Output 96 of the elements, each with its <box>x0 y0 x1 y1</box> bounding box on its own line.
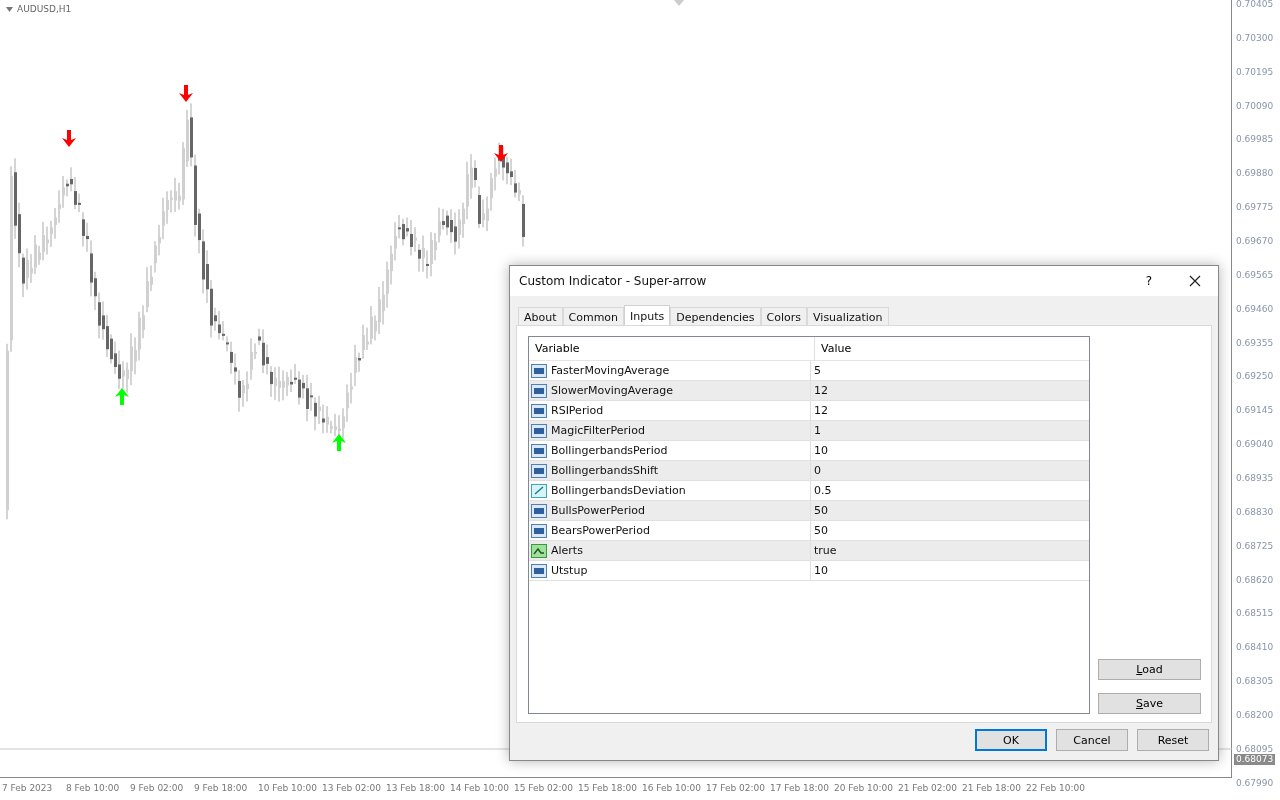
price-label: 0.68095 <box>1236 743 1275 755</box>
time-label: 15 Feb 02:00 <box>514 782 575 795</box>
tab[interactable]: Inputs <box>624 305 671 326</box>
column-header: Variable <box>529 337 815 360</box>
price-label: 0.68830 <box>1236 506 1275 518</box>
variable-name: BollingerbandsPeriod <box>551 444 668 457</box>
value-cell[interactable]: 0.5 <box>811 481 1089 500</box>
value-cell[interactable]: 12 <box>811 401 1089 420</box>
sell-arrow-icon <box>494 145 508 162</box>
scroll-marker-icon <box>674 0 684 6</box>
value-cell[interactable]: 1 <box>811 421 1089 440</box>
price-label: 0.70405 <box>1236 0 1275 10</box>
time-label: 16 Feb 10:00 <box>642 782 703 795</box>
integer-type-icon <box>531 402 547 419</box>
price-label: 0.68620 <box>1236 574 1275 586</box>
dialog-button[interactable]: OK <box>975 729 1047 751</box>
price-label: 0.69250 <box>1236 371 1275 383</box>
variable-name: RSIPeriod <box>551 404 604 417</box>
value-cell[interactable]: 5 <box>811 361 1089 380</box>
price-label: 0.68515 <box>1236 608 1275 620</box>
time-label: 13 Feb 18:00 <box>386 782 447 795</box>
price-label: 0.69880 <box>1236 168 1275 180</box>
integer-type-icon <box>531 362 547 379</box>
help-button[interactable]: ? <box>1126 266 1172 296</box>
variable-name: Alerts <box>551 544 583 557</box>
time-label: 9 Feb 18:00 <box>194 782 249 795</box>
time-label: 9 Feb 02:00 <box>130 782 185 795</box>
value-cell[interactable]: 10 <box>811 441 1089 460</box>
price-label: 0.69355 <box>1236 337 1275 349</box>
variable-name: BollingerbandsShift <box>551 464 659 477</box>
variable-name: Utstup <box>551 564 588 577</box>
price-label: 0.69670 <box>1236 236 1275 247</box>
time-label: 15 Feb 18:00 <box>578 782 639 795</box>
integer-type-icon <box>531 502 547 519</box>
value-cell[interactable]: true <box>811 541 1089 560</box>
price-label: 0.68200 <box>1236 710 1275 722</box>
integer-type-icon <box>531 522 547 539</box>
tab[interactable]: Dependencies <box>670 307 761 326</box>
price-label: 0.70090 <box>1236 100 1275 112</box>
value-cell[interactable]: 0 <box>811 461 1089 480</box>
dialog-button[interactable]: Reset <box>1137 729 1209 751</box>
close-icon <box>1189 275 1201 287</box>
dialog-button[interactable]: Cancel <box>1056 729 1128 751</box>
time-label: 7 Feb 2023 <box>2 782 54 795</box>
price-label: 0.70195 <box>1236 66 1275 78</box>
variable-name: BollingerbandsDeviation <box>551 484 686 497</box>
time-label: 21 Feb 02:00 <box>898 782 959 795</box>
time-label: 22 Feb 10:00 <box>1026 782 1087 795</box>
price-label: 0.69040 <box>1236 439 1275 451</box>
buy-arrow-icon <box>332 434 346 451</box>
integer-type-icon <box>531 442 547 459</box>
time-label: 8 Feb 10:00 <box>66 782 121 795</box>
value-cell[interactable]: 50 <box>811 521 1089 540</box>
sell-arrow-icon <box>179 85 193 102</box>
price-label: 0.69145 <box>1236 405 1275 417</box>
side-button[interactable]: Save <box>1098 693 1201 714</box>
time-label: 14 Feb 10:00 <box>450 782 511 795</box>
variable-name: BearsPowerPeriod <box>551 524 650 537</box>
column-header: Value <box>820 341 853 357</box>
value-cell[interactable]: 10 <box>811 561 1089 580</box>
time-label: 13 Feb 02:00 <box>322 782 383 795</box>
price-label: 0.69985 <box>1236 134 1275 146</box>
time-label: 20 Feb 10:00 <box>834 782 895 795</box>
integer-type-icon <box>531 462 547 479</box>
time-label: 21 Feb 18:00 <box>962 782 1023 795</box>
price-label: 0.68935 <box>1236 473 1275 485</box>
integer-type-icon <box>531 562 547 579</box>
dropdown-icon[interactable] <box>6 6 13 12</box>
value-cell[interactable]: 50 <box>811 501 1089 520</box>
time-label: 17 Feb 02:00 <box>706 782 767 795</box>
dialog-title: Custom Indicator - Super-arrow <box>519 274 708 288</box>
price-label: 0.69775 <box>1236 202 1275 214</box>
price-label: 0.68410 <box>1236 642 1275 654</box>
integer-type-icon <box>531 382 547 399</box>
price-label: 0.69460 <box>1236 303 1275 315</box>
price-label: 0.68725 <box>1236 540 1275 552</box>
price-label: 0.67990 <box>1236 777 1275 789</box>
variable-name: MagicFilterPeriod <box>551 424 645 437</box>
integer-type-icon <box>531 422 547 439</box>
fraction-type-icon <box>531 482 547 499</box>
variable-name: SlowerMovingAverage <box>551 384 673 397</box>
side-button[interactable]: Load <box>1098 659 1201 680</box>
sell-arrow-icon <box>62 130 76 147</box>
price-label: 0.69565 <box>1236 269 1275 281</box>
tab[interactable]: About <box>518 307 563 326</box>
variable-name: FasterMovingAverage <box>551 364 670 377</box>
toggle-type-icon <box>531 542 547 559</box>
time-label: 17 Feb 18:00 <box>770 782 831 795</box>
buy-arrow-icon <box>115 388 129 405</box>
price-label: 0.68305 <box>1236 676 1275 688</box>
price-label: 0.70300 <box>1236 32 1275 44</box>
value-cell[interactable]: 12 <box>811 381 1089 400</box>
variable-name: BullsPowerPeriod <box>551 504 645 517</box>
symbol-label: AUDUSD,H1 <box>17 4 72 14</box>
current-price-tag: 0.68073 <box>1234 754 1276 765</box>
time-label: 10 Feb 10:00 <box>258 782 319 795</box>
